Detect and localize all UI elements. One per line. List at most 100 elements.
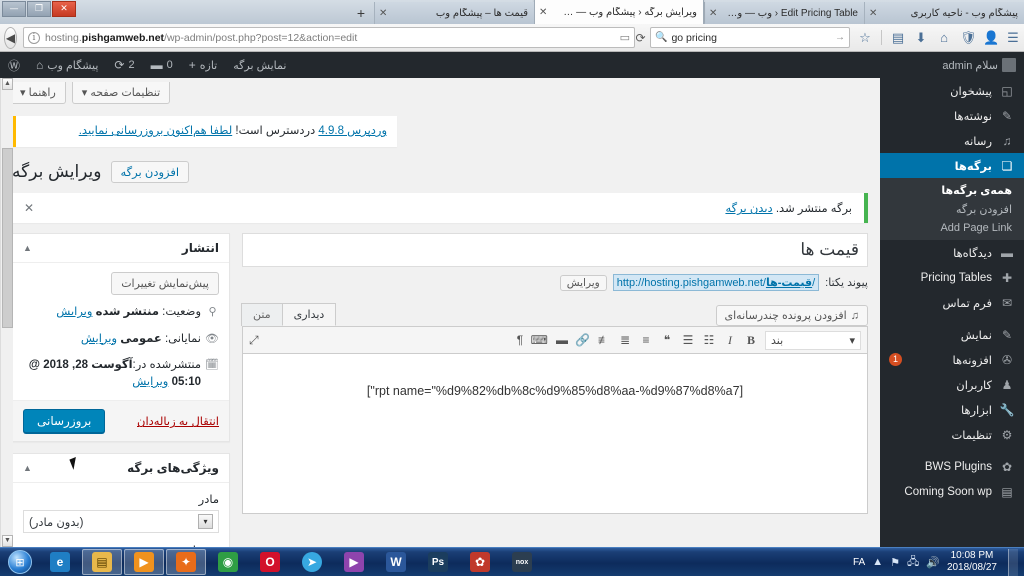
taskbar-app-opera[interactable]: O bbox=[250, 549, 290, 575]
action-center-icon[interactable]: ⚑ bbox=[890, 556, 900, 569]
new-tab-button[interactable]: + bbox=[348, 2, 374, 24]
sidebar-item-plugins[interactable]: ✇ افزونه‌ها 1 bbox=[880, 347, 1024, 372]
sidebar-item-dashboard[interactable]: ◱ پیشخوان bbox=[880, 78, 1024, 103]
taskbar-app-photoshop[interactable]: Ps bbox=[418, 549, 458, 575]
maximize-button[interactable]: ❐ bbox=[27, 1, 51, 17]
edit-date-link[interactable]: ویرایش bbox=[132, 376, 168, 388]
browser-tab-3[interactable]: قیمت ها – پیشگام وب ✕ bbox=[374, 2, 534, 24]
volume-icon[interactable]: 🔊 bbox=[926, 556, 940, 569]
home-icon[interactable]: ⌂ bbox=[937, 30, 951, 45]
italic-icon[interactable]: I bbox=[723, 333, 737, 348]
window-close-button[interactable]: ✕ bbox=[52, 1, 76, 17]
collapse-toggle-icon[interactable]: ▲ bbox=[23, 463, 32, 473]
taskbar-app-firefox[interactable]: ✦ bbox=[166, 549, 206, 575]
taskbar-app-nox[interactable]: nox bbox=[502, 549, 542, 575]
preview-changes-button[interactable]: پیش‌نمایش تغییرات bbox=[111, 272, 219, 296]
taskbar-app-word[interactable]: W bbox=[376, 549, 416, 575]
add-media-button[interactable]: ♫ افزودن پرونده چندرسانه‌ای bbox=[715, 305, 868, 327]
update-button[interactable]: بروزرسانی bbox=[23, 409, 106, 434]
close-icon[interactable]: ✕ bbox=[869, 8, 877, 19]
sidebar-subitem-add-page-link[interactable]: Add Page Link bbox=[880, 219, 1024, 237]
sidebar-item-bws-plugins[interactable]: ✿ BWS Plugins bbox=[880, 454, 1024, 479]
address-bar[interactable]: i hosting.pishgamweb.net/wp-admin/post.p… bbox=[23, 27, 635, 48]
bookmark-star-icon[interactable]: ☆ bbox=[858, 30, 872, 46]
taskbar-app-media-player[interactable]: ▶ bbox=[124, 549, 164, 575]
sidebar-item-appearance[interactable]: ✎ نمایش bbox=[880, 322, 1024, 347]
close-icon[interactable]: ✕ bbox=[539, 7, 547, 18]
reader-mode-icon[interactable]: ▭ bbox=[620, 31, 630, 44]
link-icon[interactable]: 🔗 bbox=[575, 333, 590, 347]
align-center-icon[interactable]: ≣ bbox=[618, 333, 632, 347]
taskbar-app-file-explorer[interactable]: ▤ bbox=[82, 549, 122, 575]
search-go-icon[interactable]: → bbox=[835, 32, 845, 43]
parent-page-select[interactable]: ▾ (بدون مادر) bbox=[23, 510, 219, 534]
show-hidden-icons-arrow[interactable]: ▲ bbox=[872, 556, 883, 568]
add-page-button[interactable]: افزودن برگه bbox=[110, 161, 190, 184]
text-direction-icon[interactable]: ¶ bbox=[513, 333, 527, 347]
show-desktop-button[interactable] bbox=[1008, 548, 1018, 576]
admin-bar-updates[interactable]: 2 ⟳ bbox=[106, 52, 142, 78]
numbered-list-icon[interactable]: ☰ bbox=[681, 333, 695, 347]
edit-visibility-link[interactable]: ویرایش bbox=[81, 333, 117, 345]
editor-content-area[interactable]: ["rpt name="%d9%82%db%8c%d9%85%d8%aa-%d9… bbox=[242, 354, 868, 515]
align-right-icon[interactable]: ≡ bbox=[639, 333, 653, 347]
edit-permalink-button[interactable]: ویرایش bbox=[559, 274, 607, 291]
post-title-input[interactable] bbox=[242, 233, 868, 268]
sidebar-item-settings[interactable]: ⚙ تنظیمات bbox=[880, 422, 1024, 447]
sidebar-item-pricing-tables[interactable]: ✚ Pricing Tables bbox=[880, 265, 1024, 290]
admin-bar-site-name[interactable]: پیشگام وب ⌂ bbox=[28, 52, 106, 78]
admin-bar-view-page[interactable]: نمایش برگه bbox=[225, 52, 294, 78]
admin-bar-wp-logo[interactable]: Ⓦ bbox=[0, 52, 28, 78]
admin-bar-new[interactable]: تازه + bbox=[181, 52, 226, 78]
page-scrollbar[interactable]: ▲ ▼ bbox=[0, 78, 13, 547]
taskbar-app-internet-explorer[interactable]: e bbox=[40, 549, 80, 575]
close-icon[interactable]: ✕ bbox=[709, 8, 717, 19]
sidebar-item-comments[interactable]: ▬ دیدگاه‌ها bbox=[880, 240, 1024, 265]
tab-text-mode[interactable]: متن bbox=[241, 303, 283, 327]
tab-visual-mode[interactable]: دیداری bbox=[281, 303, 337, 327]
start-button[interactable]: ⊞ bbox=[3, 549, 37, 575]
blockquote-icon[interactable]: ❝ bbox=[660, 333, 674, 347]
paragraph-format-select[interactable]: ▾ بند bbox=[765, 330, 861, 350]
sidebar-item-posts[interactable]: ✎ نوشته‌ها bbox=[880, 103, 1024, 128]
sidebar-item-pages[interactable]: ❏ برگه‌ها bbox=[880, 153, 1024, 178]
search-input-value[interactable]: go pricing bbox=[671, 32, 831, 44]
help-tab-button[interactable]: راهنما ▾ bbox=[10, 82, 66, 104]
library-icon[interactable]: ▤ bbox=[891, 30, 905, 46]
scrollbar-thumb[interactable] bbox=[2, 148, 13, 328]
minimize-button[interactable]: — bbox=[2, 1, 26, 17]
site-info-icon[interactable]: i bbox=[28, 31, 40, 44]
taskbar-app-chrome[interactable]: ◉ bbox=[208, 549, 248, 575]
screen-options-button[interactable]: تنظیمات صفحه ▾ bbox=[71, 82, 171, 104]
edit-status-link[interactable]: ویرایش bbox=[56, 306, 92, 318]
browser-tab-1[interactable]: Edit Pricing Table ‹ وب — وردپرس ✕ bbox=[704, 2, 864, 24]
update-now-link[interactable]: لطفا هم‌اکنون بروزرسانی نمایید. bbox=[79, 125, 232, 137]
reload-icon[interactable]: ⟳ bbox=[635, 31, 646, 45]
admin-bar-comments[interactable]: 0 ▬ bbox=[143, 52, 181, 78]
read-more-icon[interactable]: ▬ bbox=[555, 333, 569, 347]
sidebar-item-users[interactable]: ♟ کاربران bbox=[880, 372, 1024, 397]
close-icon[interactable]: ✕ bbox=[379, 8, 387, 19]
sidebar-item-media[interactable]: ♫ رسانه bbox=[880, 128, 1024, 153]
bold-icon[interactable]: B bbox=[744, 333, 758, 348]
taskbar-app-bandicam[interactable]: ▶ bbox=[334, 549, 374, 575]
sidebar-item-tools[interactable]: 🔧 ابزارها bbox=[880, 397, 1024, 422]
downloads-icon[interactable]: ⬇ bbox=[914, 30, 928, 46]
bulleted-list-icon[interactable]: ☷ bbox=[702, 333, 716, 347]
browser-tab-2-active[interactable]: ویرایش برگه ‹ پیشگام وب — وردپرس ✕ bbox=[534, 0, 704, 24]
shield-icon[interactable]: 🛡 bbox=[960, 30, 977, 46]
scroll-down-icon[interactable]: ▼ bbox=[2, 535, 13, 547]
scroll-up-icon[interactable]: ▲ bbox=[2, 78, 13, 90]
search-bar[interactable]: 🔍 go pricing → bbox=[650, 27, 850, 48]
taskbar-app-telegram[interactable]: ➤ bbox=[292, 549, 332, 575]
account-icon[interactable]: 👤 bbox=[983, 30, 999, 46]
sidebar-item-coming-soon-wp[interactable]: ▤ Coming Soon wp bbox=[880, 479, 1024, 504]
update-version-link[interactable]: وردپرس 4.9.8 bbox=[318, 125, 387, 137]
permalink-value[interactable]: http://hosting.pishgamweb.net/قیمت-ها/ bbox=[612, 274, 820, 292]
fullscreen-icon[interactable]: ⤢ bbox=[249, 333, 259, 348]
admin-bar-greeting[interactable]: سلام admin bbox=[934, 52, 1024, 78]
language-indicator[interactable]: FA bbox=[853, 557, 865, 568]
taskbar-app-picasa[interactable]: ✿ bbox=[460, 549, 500, 575]
collapse-toggle-icon[interactable]: ▲ bbox=[23, 243, 32, 253]
sidebar-subitem-add-page[interactable]: افزودن برگه bbox=[880, 200, 1024, 219]
